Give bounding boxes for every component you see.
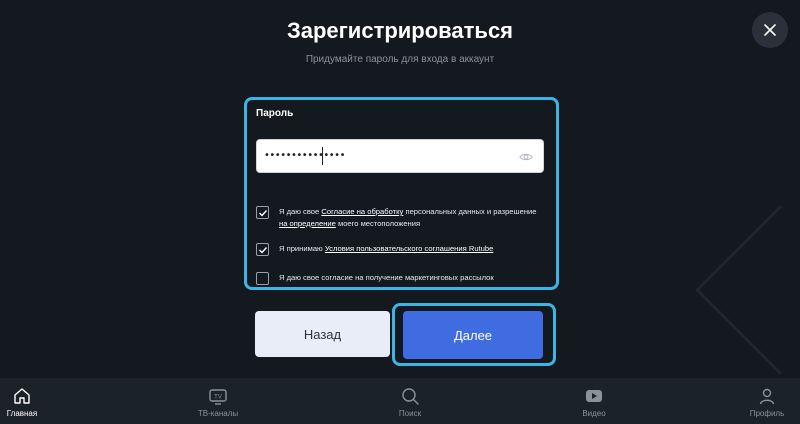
consent-processing-link[interactable]: Согласие на обработку: [321, 207, 403, 216]
checkbox-terms[interactable]: [256, 243, 269, 256]
nav-item-video[interactable]: Видео: [574, 378, 614, 424]
dialog-subtitle: Придумайте пароль для входа в аккаунт: [305, 54, 495, 65]
nav-label-video: Видео: [582, 409, 606, 418]
consent-text-marketing: Я даю свое согласие на получение маркети…: [279, 273, 494, 282]
consent-text-personal-data: Я даю свое Согласие на обработку персона…: [279, 207, 537, 228]
nav-label-tv: ТВ-каналы: [197, 409, 239, 418]
nav-item-search[interactable]: Поиск: [390, 378, 430, 424]
tv-icon: TV: [209, 389, 227, 405]
checkmark-icon: [258, 246, 267, 254]
nav-label-search: Поиск: [398, 409, 422, 418]
nav-label-home: Главная: [6, 409, 38, 418]
home-icon: [14, 388, 30, 404]
terms-link[interactable]: Условия пользовательского соглашения Rut…: [325, 244, 493, 253]
checkbox-marketing[interactable]: [256, 272, 269, 285]
search-icon: [402, 388, 419, 405]
dialog-title: Зарегистрироваться: [286, 18, 514, 43]
checkmark-icon: [258, 209, 267, 217]
location-link[interactable]: на определение: [279, 219, 336, 228]
registration-form: Пароль ••••••••••••••• Я даю свое Соглас…: [244, 97, 559, 290]
nav-item-home[interactable]: Главная: [0, 378, 44, 424]
password-field[interactable]: •••••••••••••••: [256, 139, 544, 173]
password-value: •••••••••••••••: [264, 150, 345, 161]
nav-item-profile[interactable]: Профиль: [742, 378, 792, 424]
text-caret: [322, 147, 323, 165]
next-button-highlight: Далее: [392, 303, 556, 366]
video-icon: [586, 390, 602, 402]
eye-icon[interactable]: [519, 150, 533, 164]
next-button[interactable]: Далее: [403, 311, 543, 359]
nav-item-tv[interactable]: TV ТВ-каналы: [190, 378, 246, 424]
svg-text:TV: TV: [214, 395, 222, 401]
consent-row-terms: Я принимаю Условия пользовательского сог…: [256, 243, 544, 256]
nav-label-profile: Профиль: [749, 409, 785, 418]
checkbox-personal-data[interactable]: [256, 206, 269, 219]
password-label: Пароль: [256, 108, 294, 119]
consent-row-marketing: Я даю свое согласие на получение маркети…: [256, 272, 544, 285]
background-decoration: [695, 205, 800, 375]
consent-text-terms: Я принимаю Условия пользовательского сог…: [279, 244, 494, 253]
bottom-navigation: Главная TV ТВ-каналы Поиск Видео Профиль: [0, 378, 800, 424]
back-button[interactable]: Назад: [255, 311, 390, 357]
consent-row-personal-data: Я даю свое Согласие на обработку персона…: [256, 206, 544, 230]
profile-icon: [759, 388, 775, 405]
